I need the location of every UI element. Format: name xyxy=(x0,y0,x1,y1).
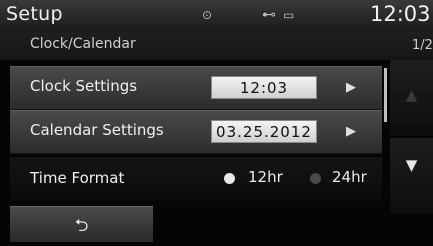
status-bar xyxy=(0,0,433,32)
clock-display: 12:03 xyxy=(370,2,431,26)
scroll-indicator xyxy=(384,68,387,122)
page-indicator: 1/2 xyxy=(412,38,433,53)
calendar-value: 03.25.2012 xyxy=(211,120,317,143)
radio-unselected-icon xyxy=(310,173,321,184)
clock-value: 12:03 xyxy=(211,76,317,99)
back-arrow-icon: ⮌ xyxy=(74,216,89,236)
battery-icon: ▭ xyxy=(283,8,295,22)
scroll-down-button[interactable]: ▼ xyxy=(390,138,433,214)
radio-12hr-label: 12hr xyxy=(248,168,283,186)
chevron-right-icon: ▶ xyxy=(346,80,356,95)
time-format-label: Time Format xyxy=(30,169,125,187)
page-title: Setup xyxy=(6,3,63,25)
radio-24hr[interactable]: 24hr xyxy=(310,168,382,190)
breadcrumb: Clock/Calendar xyxy=(30,36,136,52)
back-button[interactable]: ⮌ xyxy=(10,206,153,242)
radio-12hr[interactable]: 12hr xyxy=(224,168,304,190)
clock-settings-label: Clock Settings xyxy=(30,77,138,95)
disc-icon: ⊙ xyxy=(202,8,213,22)
radio-24hr-label: 24hr xyxy=(332,168,367,186)
chevron-up-icon: ▲ xyxy=(405,86,418,104)
radio-selected-icon xyxy=(224,173,235,184)
usb-icon: ⊷ xyxy=(262,7,276,23)
calendar-settings-label: Calendar Settings xyxy=(30,121,164,139)
chevron-down-icon: ▼ xyxy=(405,156,418,174)
scroll-up-button[interactable]: ▲ xyxy=(390,60,433,136)
chevron-right-icon: ▶ xyxy=(346,124,356,139)
